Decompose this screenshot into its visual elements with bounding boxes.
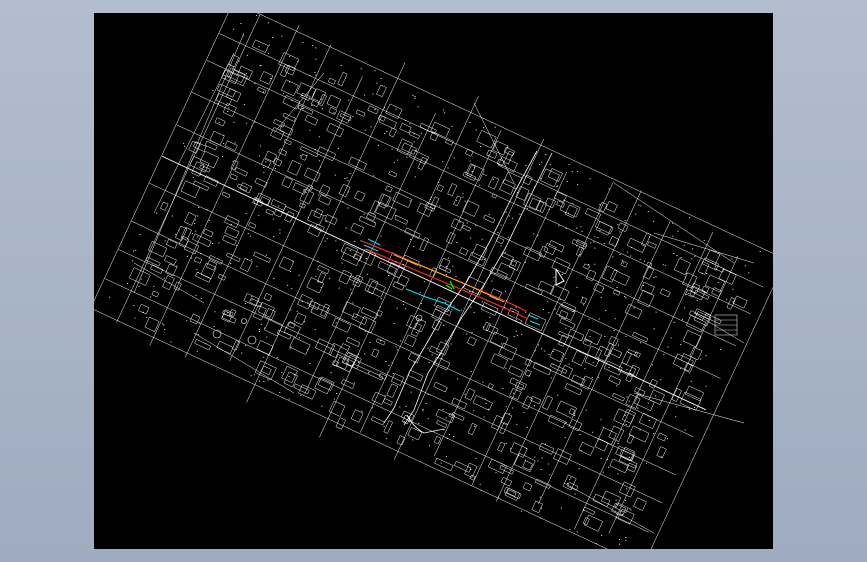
grid-marker bbox=[241, 318, 247, 324]
map-linework bbox=[94, 13, 773, 549]
parcel-markers bbox=[109, 15, 761, 545]
grid-marker bbox=[247, 335, 257, 345]
cad-drawing[interactable] bbox=[94, 13, 773, 549]
drawing-viewport[interactable] bbox=[94, 13, 773, 549]
building-blocks bbox=[128, 39, 748, 532]
annotation-line bbox=[405, 288, 461, 312]
grid-marker bbox=[212, 329, 222, 339]
